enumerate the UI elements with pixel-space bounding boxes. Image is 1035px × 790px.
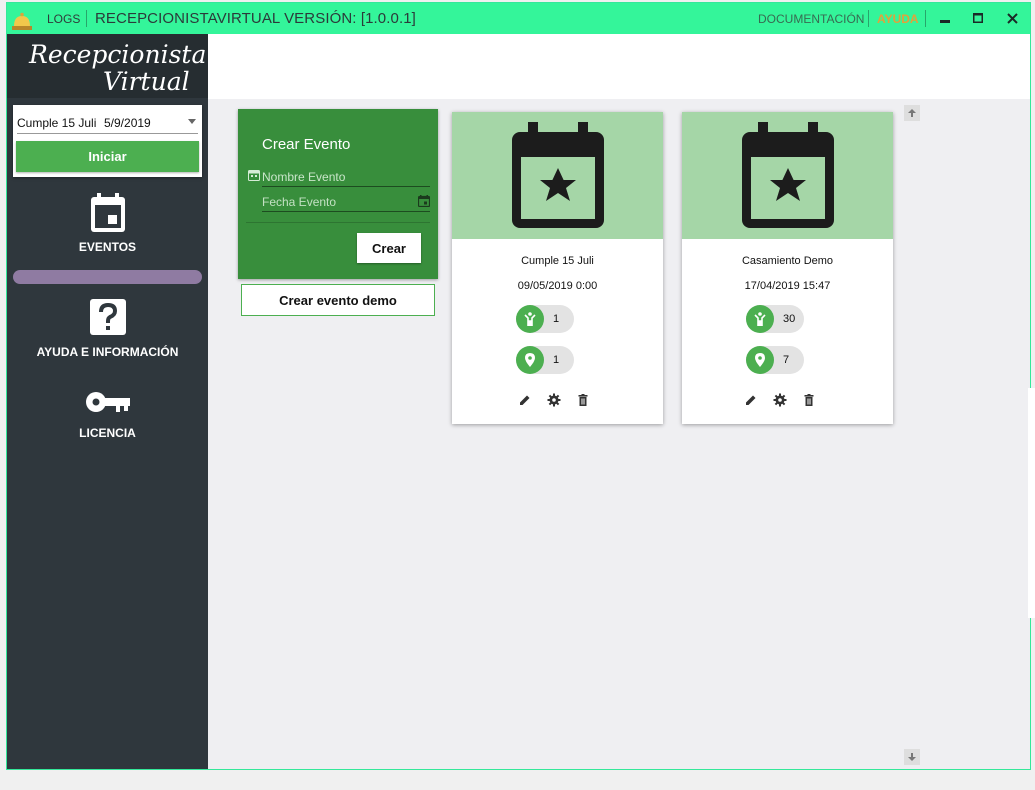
events-content: Crear Evento Nombre Evento Fecha Evento … xyxy=(208,99,1030,769)
chevron-down-icon xyxy=(188,119,196,124)
date-picker-icon[interactable] xyxy=(418,195,430,207)
logo-line1: Recepcionista xyxy=(29,40,207,69)
gear-icon[interactable] xyxy=(547,393,561,407)
title-separator xyxy=(86,10,87,27)
title-bar: LOGS RECEPCIONISTAVIRTUAL VERSIÓN: [1.0.… xyxy=(7,3,1030,34)
sidebar: Recepcionista Virtual Cumple 15 Juli 5/9… xyxy=(7,34,208,769)
sidebar-item-label: LICENCIA xyxy=(79,426,136,440)
create-event-card: Crear Evento Nombre Evento Fecha Evento … xyxy=(238,109,438,279)
event-card[interactable]: Casamiento Demo 17/04/2019 15:47 30 7 xyxy=(682,112,893,424)
places-chip: 1 xyxy=(516,346,574,374)
gear-icon[interactable] xyxy=(773,393,787,407)
event-image xyxy=(452,112,663,239)
person-icon xyxy=(746,305,774,333)
guests-count: 30 xyxy=(783,313,796,325)
location-pin-icon xyxy=(746,346,774,374)
documentation-link[interactable]: DOCUMENTACIÓN xyxy=(758,12,864,26)
event-selector-card: Cumple 15 Juli 5/9/2019 Iniciar xyxy=(13,105,202,177)
event-name-row xyxy=(248,167,430,187)
selected-event-date: 5/9/2019 xyxy=(104,116,151,130)
event-date: 09/05/2019 0:00 xyxy=(517,280,598,292)
event-select[interactable]: Cumple 15 Juli 5/9/2019 xyxy=(17,112,198,134)
help-icon xyxy=(89,299,126,335)
sidebar-item-eventos[interactable]: EVENTOS xyxy=(7,192,208,262)
title-separator xyxy=(868,10,869,27)
event-name: Casamiento Demo xyxy=(741,255,834,267)
calendar-small-icon xyxy=(248,170,260,181)
minimize-icon xyxy=(940,20,950,23)
sidebar-item-label: AYUDA E INFORMACIÓN xyxy=(36,345,179,359)
event-date-input[interactable] xyxy=(262,192,412,211)
guests-chip: 30 xyxy=(746,305,804,333)
guests-count: 1 xyxy=(553,313,560,325)
event-image xyxy=(682,112,893,239)
app-title: RECEPCIONISTAVIRTUAL VERSIÓN: [1.0.0.1] xyxy=(95,10,416,27)
create-event-title: Crear Evento xyxy=(262,136,351,153)
places-count: 7 xyxy=(783,354,790,366)
selected-event-name: Cumple 15 Juli xyxy=(17,116,97,130)
event-actions xyxy=(452,393,663,409)
sidebar-item-licencia[interactable]: LICENCIA xyxy=(7,390,208,450)
edit-icon[interactable] xyxy=(744,393,758,407)
divider xyxy=(246,222,430,223)
guests-chip: 1 xyxy=(516,305,574,333)
arrow-up-icon xyxy=(908,109,916,117)
start-button[interactable]: Iniciar xyxy=(16,141,199,172)
delete-icon[interactable] xyxy=(802,393,816,407)
close-button[interactable] xyxy=(1001,8,1023,28)
background-window-edge xyxy=(1028,388,1035,618)
help-link[interactable]: AYUDA xyxy=(877,12,919,26)
logo-line2: Virtual xyxy=(103,67,190,96)
location-pin-icon xyxy=(516,346,544,374)
create-button[interactable]: Crear xyxy=(357,233,421,263)
delete-icon[interactable] xyxy=(576,393,590,407)
event-card[interactable]: Cumple 15 Juli 09/05/2019 0:00 1 1 xyxy=(452,112,663,424)
maximize-icon xyxy=(973,13,983,23)
event-actions xyxy=(682,393,893,409)
bell-icon xyxy=(12,12,32,30)
create-demo-event-button[interactable]: Crear evento demo xyxy=(241,284,435,316)
sidebar-item-label: EVENTOS xyxy=(78,240,137,254)
edit-icon[interactable] xyxy=(518,393,532,407)
header-area xyxy=(208,34,1030,99)
maximize-button[interactable] xyxy=(967,8,989,28)
close-icon xyxy=(1006,12,1018,24)
sidebar-item-ayuda[interactable]: AYUDA E INFORMACIÓN xyxy=(7,299,208,369)
event-date-row xyxy=(262,192,430,212)
event-name-input[interactable] xyxy=(262,167,430,187)
scroll-up-button[interactable] xyxy=(904,105,920,121)
places-count: 1 xyxy=(553,354,560,366)
minimize-button[interactable] xyxy=(934,8,956,28)
calendar-icon xyxy=(90,193,125,232)
arrow-down-icon xyxy=(908,753,916,761)
places-chip: 7 xyxy=(746,346,804,374)
desktop-bottom-strip xyxy=(0,772,1035,790)
logo: Recepcionista Virtual xyxy=(7,34,208,98)
title-separator xyxy=(925,10,926,27)
event-name: Cumple 15 Juli xyxy=(521,255,594,267)
calendar-star-icon xyxy=(512,122,604,228)
scroll-down-button[interactable] xyxy=(904,749,920,765)
calendar-star-icon xyxy=(742,122,834,228)
key-icon xyxy=(85,392,130,412)
event-date: 17/04/2019 15:47 xyxy=(744,280,831,292)
person-icon xyxy=(516,305,544,333)
selection-indicator xyxy=(13,270,202,284)
app-window: LOGS RECEPCIONISTAVIRTUAL VERSIÓN: [1.0.… xyxy=(6,2,1031,770)
logs-link[interactable]: LOGS xyxy=(47,12,80,26)
